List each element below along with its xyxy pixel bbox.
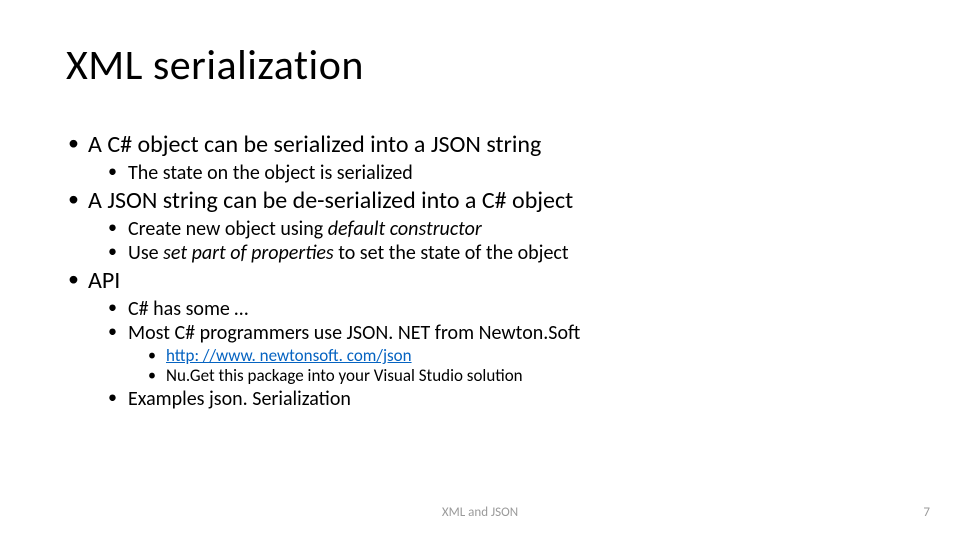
bullet-l3: Nu.Get this package into your Visual Stu…: [146, 366, 896, 387]
slide-title: XML serialization: [66, 40, 364, 91]
slide: XML serialization A C# object can be ser…: [0, 0, 960, 540]
page-number: 7: [923, 505, 930, 520]
bullet-l3: http: //www. newtonsoft. com/json: [146, 346, 896, 367]
bullet-text: Most C# programmers use JSON. NET from N…: [128, 321, 580, 345]
bullet-l1: API C# has some … Most C# programmers us…: [66, 266, 896, 412]
bullet-text-emphasis: set part of properties: [163, 241, 334, 265]
bullet-text: API: [88, 266, 120, 295]
bullet-text: Use: [128, 241, 163, 265]
bullet-l2: C# has some …: [106, 297, 896, 321]
bullet-text: A C# object can be serialized into a JSO…: [88, 130, 541, 159]
bullet-l2: The state on the object is serialized: [106, 161, 896, 185]
bullet-l2: Create new object using default construc…: [106, 217, 896, 241]
bullet-l2: Use set part of properties to set the st…: [106, 241, 896, 265]
bullet-text: A JSON string can be de-serialized into …: [88, 186, 573, 215]
bullet-text-emphasis: default constructor: [328, 217, 482, 241]
bullet-text: to set the state of the object: [334, 241, 569, 265]
bullet-text: Create new object using: [128, 217, 328, 241]
bullet-text: Nu.Get this package into your Visual Stu…: [166, 365, 523, 386]
bullet-l2: Most C# programmers use JSON. NET from N…: [106, 321, 896, 387]
bullet-l1: A C# object can be serialized into a JSO…: [66, 130, 896, 186]
bullet-text: Examples json. Serialization: [128, 387, 351, 411]
link-newtonsoft[interactable]: http: //www. newtonsoft. com/json: [166, 345, 412, 366]
footer-center-text: XML and JSON: [0, 505, 960, 520]
bullet-text: The state on the object is serialized: [128, 161, 413, 185]
bullet-text: C# has some …: [128, 297, 248, 321]
bullet-l2: Examples json. Serialization: [106, 387, 896, 411]
slide-body: A C# object can be serialized into a JSO…: [66, 130, 896, 412]
bullet-l1: A JSON string can be de-serialized into …: [66, 186, 896, 266]
